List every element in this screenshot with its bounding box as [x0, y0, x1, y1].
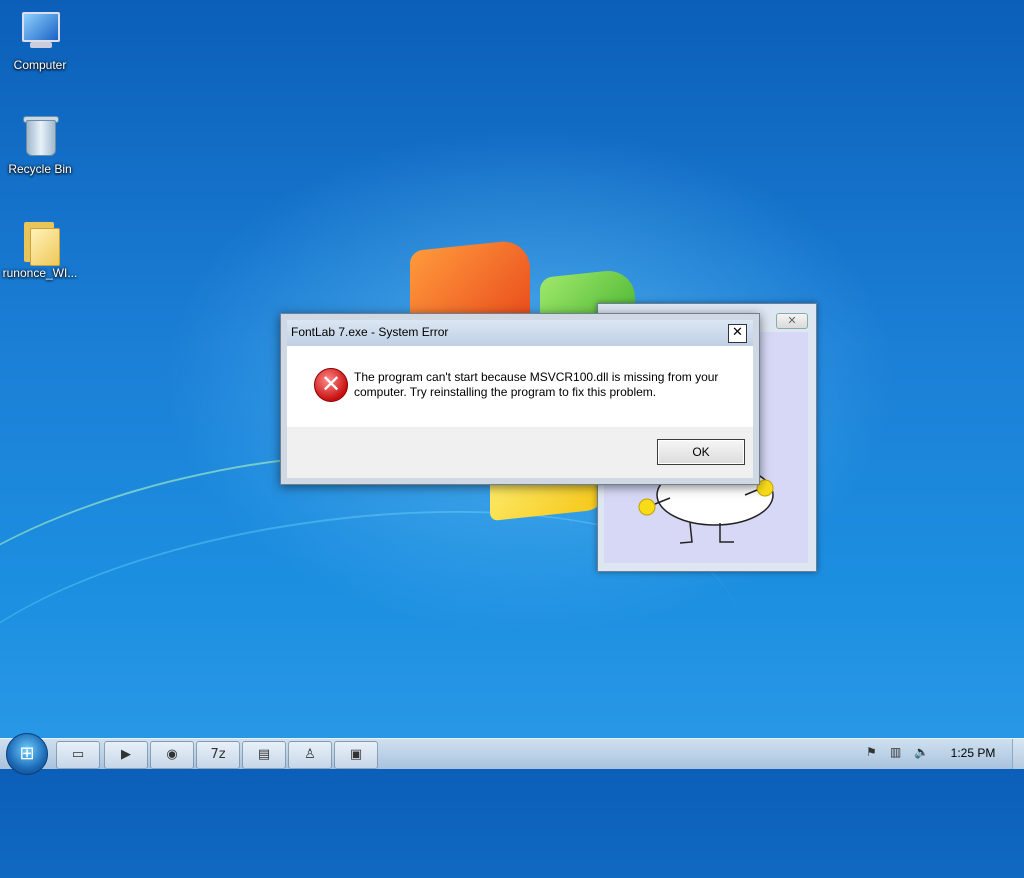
desktop-icon-computer[interactable]: Computer — [0, 10, 80, 72]
desktop-icon-label: runonce_WI... — [2, 266, 78, 280]
recycle-bin-icon — [18, 114, 62, 158]
error-icon: ✕ — [314, 368, 348, 402]
folder-icon — [18, 218, 62, 266]
computer-icon — [18, 10, 62, 54]
close-icon: ✕ — [787, 314, 797, 327]
network-icon[interactable]: ▥ — [890, 745, 901, 759]
7zip-icon: 7z — [210, 747, 226, 762]
taskbar-7zip-button[interactable]: 7z — [196, 741, 240, 769]
chrome-icon: ◉ — [166, 747, 178, 762]
taskbar-media-player-button[interactable]: ▶ — [104, 741, 148, 769]
desktop-icon-label: Recycle Bin — [8, 162, 72, 176]
system-error-dialog[interactable]: FontLab 7.exe - System Error ✕ ✕ The pro… — [280, 313, 760, 485]
desktop-icon-folder[interactable]: runonce_WI... — [0, 218, 80, 280]
volume-icon[interactable]: 🔈 — [914, 745, 929, 759]
mascot-left-leg — [679, 522, 693, 544]
window-icon: ▣ — [349, 747, 363, 762]
taskbar: ⊞ ▭ ▶ ◉ 7z ▤ ♙ ▣ ⚑ ▥ 🔈 1:25 PM — [0, 733, 1024, 775]
dialog-titlebar[interactable]: FontLab 7.exe - System Error ✕ — [287, 320, 753, 346]
error-message: The program can't start because MSVCR100… — [354, 370, 719, 399]
action-center-icon[interactable]: ⚑ — [866, 745, 877, 759]
taskbar-explorer-button[interactable]: ▭ — [56, 741, 100, 769]
windows-start-icon: ⊞ — [19, 743, 35, 764]
taskbar-chrome-button[interactable]: ◉ — [150, 741, 194, 769]
notepad-icon: ▤ — [257, 747, 271, 762]
taskbar-clock[interactable]: 1:25 PM — [940, 746, 1006, 760]
mascot-right-leg — [719, 523, 734, 543]
desktop-icon-label: Computer — [13, 58, 67, 72]
close-icon: ✕ — [732, 325, 743, 340]
taskbar-fontlab-button[interactable]: ♙ — [288, 741, 332, 769]
ok-button[interactable]: OK — [657, 439, 745, 465]
explorer-icon: ▭ — [71, 747, 85, 762]
mascot-left-hand — [638, 498, 656, 516]
dialog-footer: OK — [287, 427, 753, 478]
media-player-icon: ▶ — [121, 747, 131, 762]
dialog-title: FontLab 7.exe - System Error — [291, 325, 449, 339]
background-window-close-button[interactable]: ✕ — [776, 313, 808, 329]
dialog-body: ✕ The program can't start because MSVCR1… — [287, 346, 753, 427]
desktop-icon-recycle-bin[interactable]: Recycle Bin — [0, 114, 80, 176]
start-button[interactable]: ⊞ — [6, 733, 48, 775]
show-desktop-button[interactable] — [1012, 739, 1024, 769]
dialog-close-button[interactable]: ✕ — [728, 324, 747, 343]
taskbar-notepad-button[interactable]: ▤ — [242, 741, 286, 769]
taskbar-window-button[interactable]: ▣ — [334, 741, 378, 769]
fontlab-icon: ♙ — [304, 747, 316, 762]
